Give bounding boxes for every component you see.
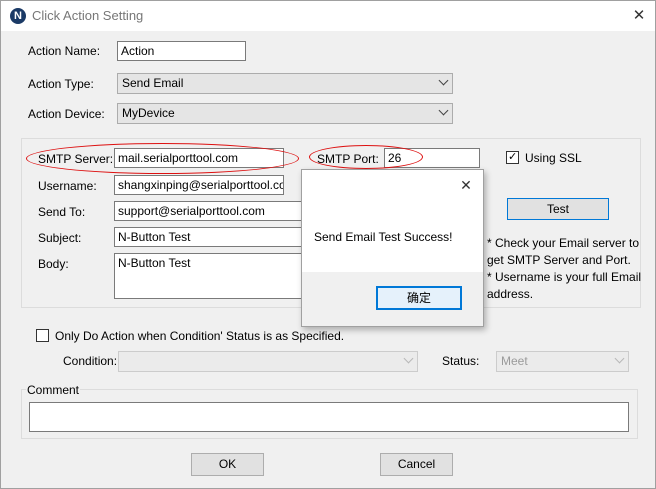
subject-label: Subject: xyxy=(38,231,82,245)
subject-input[interactable]: N-Button Test xyxy=(114,227,304,247)
only-condition-checkbox[interactable] xyxy=(36,329,49,342)
help-note-line-1: * Check your Email server to xyxy=(487,236,640,250)
condition-label: Condition: xyxy=(63,354,118,368)
help-note-line-4: address. xyxy=(487,287,534,301)
send-to-label: Send To: xyxy=(38,205,86,219)
chevron-down-icon xyxy=(438,105,449,116)
username-label: Username: xyxy=(38,179,97,193)
action-device-select[interactable]: MyDevice xyxy=(117,103,453,124)
test-button[interactable]: Test xyxy=(507,198,609,220)
status-value: Meet xyxy=(501,354,528,368)
only-condition-label: Only Do Action when Condition' Status is… xyxy=(55,329,345,343)
action-device-value: MyDevice xyxy=(122,106,175,120)
chevron-down-icon xyxy=(614,353,625,364)
title-bar: N Click Action Setting ✕ xyxy=(1,1,655,31)
status-select[interactable]: Meet xyxy=(496,351,629,372)
help-note-line-3: * Username is your full Email xyxy=(487,270,642,284)
success-dialog: ✕ Send Email Test Success! 确定 xyxy=(301,169,484,327)
username-input[interactable]: shangxinping@serialporttool.com xyxy=(114,175,284,195)
body-textarea[interactable]: N-Button Test xyxy=(114,253,304,299)
action-device-label: Action Device: xyxy=(28,107,105,121)
cancel-button[interactable]: Cancel xyxy=(380,453,453,476)
chevron-down-icon xyxy=(403,353,414,364)
click-action-setting-window: N Click Action Setting ✕ Action Name: Ac… xyxy=(0,0,656,489)
body-label: Body: xyxy=(38,257,69,271)
action-name-label: Action Name: xyxy=(28,44,101,58)
smtp-server-label: SMTP Server: xyxy=(38,152,114,166)
ssl-label: Using SSL xyxy=(525,151,582,165)
comment-label: Comment xyxy=(26,383,81,397)
check-icon: ✓ xyxy=(508,151,518,163)
action-type-label: Action Type: xyxy=(28,77,94,91)
window-title: Click Action Setting xyxy=(32,8,144,23)
smtp-server-input[interactable]: mail.serialporttool.com xyxy=(114,148,284,168)
send-to-input[interactable]: support@serialporttool.com xyxy=(114,201,304,221)
action-type-value: Send Email xyxy=(122,76,184,90)
dialog-close-icon[interactable]: ✕ xyxy=(456,175,476,195)
smtp-port-label: SMTP Port: xyxy=(317,152,379,166)
chevron-down-icon xyxy=(438,75,449,86)
status-label: Status: xyxy=(442,354,480,368)
window-close-icon[interactable]: ✕ xyxy=(627,6,651,26)
ok-button[interactable]: OK xyxy=(191,453,264,476)
condition-select[interactable] xyxy=(118,351,418,372)
app-logo-icon: N xyxy=(10,8,26,24)
dialog-confirm-button[interactable]: 确定 xyxy=(376,286,462,310)
comment-input[interactable] xyxy=(29,402,629,432)
smtp-port-input[interactable]: 26 xyxy=(384,148,480,168)
action-name-input[interactable]: Action xyxy=(117,41,246,61)
help-note-line-2: get SMTP Server and Port. xyxy=(487,253,631,267)
action-type-select[interactable]: Send Email xyxy=(117,73,453,94)
ssl-checkbox[interactable]: ✓ xyxy=(506,151,519,164)
dialog-message: Send Email Test Success! xyxy=(314,230,453,244)
